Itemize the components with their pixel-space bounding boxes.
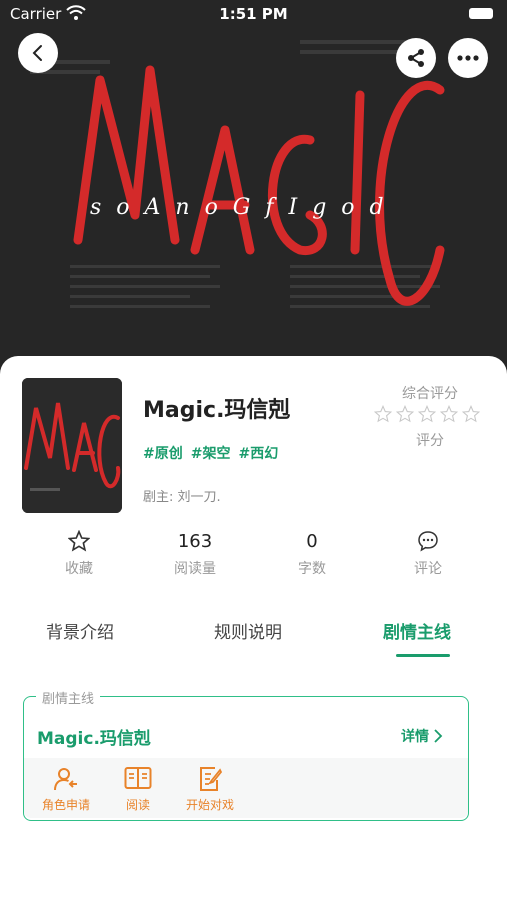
role-apply-icon <box>54 768 77 791</box>
tab-background[interactable]: 背景介绍 <box>46 618 114 643</box>
star-empty-icon <box>396 405 414 423</box>
star-empty-icon <box>374 405 392 423</box>
rating-label: 综合评分 <box>402 386 458 402</box>
plot-detail-link[interactable]: 详情 <box>401 726 443 746</box>
status-bar: Carrier 1:51 PM <box>0 0 507 30</box>
comment-icon <box>418 531 438 552</box>
favorite-stat[interactable]: 收藏 <box>34 530 124 578</box>
read-count-value: 163 <box>177 530 213 552</box>
tag-item[interactable]: #架空 <box>191 443 231 463</box>
read-count-stat: 163 阅读量 <box>150 530 240 578</box>
role-apply-label: 角色申请 <box>41 798 90 812</box>
cover-image[interactable] <box>22 378 122 513</box>
word-count-value: 0 <box>306 530 318 552</box>
comment-stat[interactable]: 评论 <box>383 530 473 578</box>
word-count-label: 字数 <box>298 561 326 577</box>
tag-list: #原创 #架空 #西幻 <box>143 443 278 463</box>
share-icon <box>408 49 424 67</box>
rating-stars[interactable] <box>374 405 480 423</box>
status-time: 1:51 PM <box>219 5 288 23</box>
book-icon <box>124 767 152 789</box>
role-apply-button[interactable]: 角色申请 <box>38 766 94 813</box>
edit-icon <box>200 767 223 791</box>
start-play-button[interactable]: 开始对戏 <box>180 766 240 813</box>
tag-item[interactable]: #西幻 <box>238 443 278 463</box>
author-line: 剧主: 刘一刀. <box>143 486 221 505</box>
chevron-left-icon <box>32 45 42 61</box>
more-button[interactable] <box>448 38 488 78</box>
back-button[interactable] <box>18 33 58 73</box>
comment-label: 评论 <box>414 561 442 577</box>
star-empty-icon <box>462 405 480 423</box>
share-button[interactable] <box>396 38 436 78</box>
star-empty-icon <box>418 405 436 423</box>
read-button[interactable]: 阅读 <box>119 766 157 813</box>
favorite-label: 收藏 <box>65 561 93 577</box>
more-dots-icon <box>457 55 479 61</box>
work-title: Magic.玛信剋 <box>143 398 291 423</box>
plot-title[interactable]: Magic.玛信剋 <box>37 724 151 749</box>
read-label: 阅读 <box>125 798 150 812</box>
author-label: 剧主: <box>143 490 174 505</box>
tag-item[interactable]: #原创 <box>143 443 183 463</box>
tab-rules[interactable]: 规则说明 <box>214 618 282 643</box>
hero-banner: s o A n o G f I g o d Carrier 1:51 PM <box>0 0 507 380</box>
author-name[interactable]: 刘一刀. <box>178 490 221 505</box>
plot-legend: 剧情主线 <box>36 688 101 707</box>
tab-main-plot[interactable]: 剧情主线 <box>383 618 451 643</box>
cover-artwork <box>22 378 122 513</box>
chevron-right-icon <box>434 729 443 743</box>
rating-sub-label: 评分 <box>416 433 444 449</box>
star-outline-icon <box>68 530 90 552</box>
plot-detail-label: 详情 <box>401 729 429 745</box>
read-count-label: 阅读量 <box>174 561 216 577</box>
battery-icon <box>469 8 493 19</box>
hero-subtext: s o A n o G f I g o d <box>90 195 388 220</box>
word-count-stat: 0 字数 <box>267 530 357 578</box>
star-empty-icon <box>440 405 458 423</box>
start-play-label: 开始对戏 <box>185 798 234 812</box>
active-tab-indicator <box>396 654 450 657</box>
